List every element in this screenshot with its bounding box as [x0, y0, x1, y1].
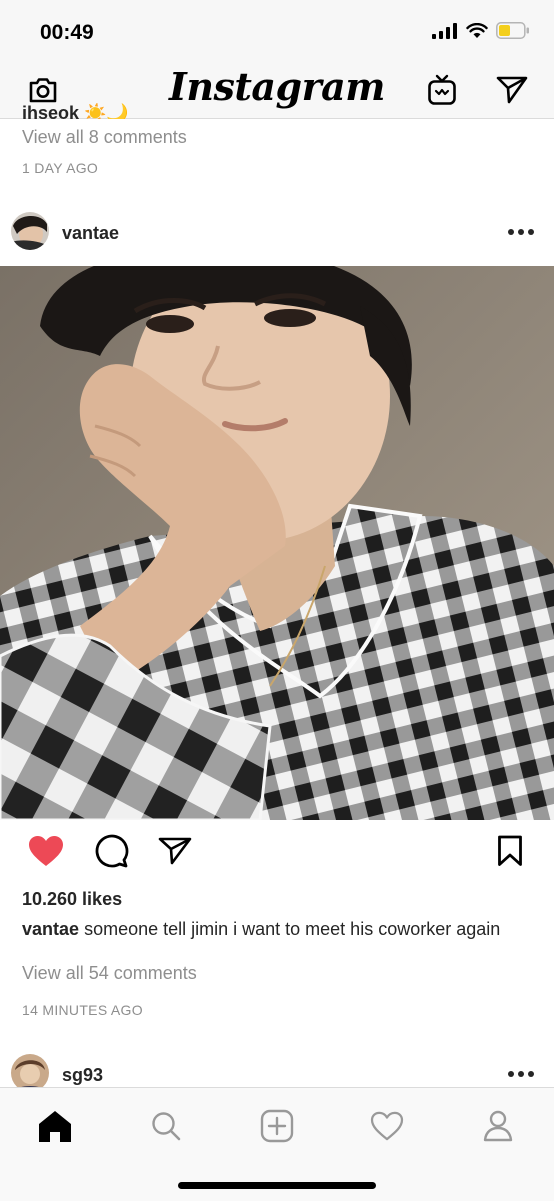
profile-icon[interactable]: [476, 1104, 520, 1148]
likes-count[interactable]: 10.260 likes: [22, 889, 122, 910]
activity-heart-icon[interactable]: [365, 1104, 409, 1148]
like-button[interactable]: [27, 834, 65, 872]
comment-icon: [94, 833, 130, 874]
avatar[interactable]: [11, 212, 49, 250]
post-header: vantae: [0, 209, 554, 255]
search-icon[interactable]: [144, 1104, 188, 1148]
wifi-icon: [466, 22, 488, 44]
share-button[interactable]: [156, 834, 194, 872]
post-timestamp: 14 MINUTES AGO: [22, 1002, 143, 1018]
next-post-more-icon[interactable]: [508, 1069, 534, 1079]
battery-icon: [496, 22, 530, 44]
next-post-username[interactable]: sg93: [62, 1065, 103, 1086]
igtv-icon[interactable]: [422, 70, 462, 110]
share-icon: [158, 836, 192, 871]
home-indicator: [178, 1182, 376, 1189]
bookmark-button[interactable]: [491, 834, 529, 872]
status-time: 00:49: [40, 21, 94, 44]
post-username[interactable]: vantae: [62, 223, 119, 244]
add-post-icon[interactable]: [255, 1104, 299, 1148]
direct-message-icon[interactable]: [492, 70, 532, 110]
previous-post-caption: jhseok ☀️🌙: [22, 103, 129, 119]
caption-text: someone tell jimin i want to meet his co…: [84, 919, 501, 939]
post-photo[interactable]: [0, 266, 554, 820]
status-bar: 00:49: [0, 0, 554, 62]
caption-username[interactable]: vantae: [22, 919, 79, 939]
previous-post-timestamp: 1 DAY AGO: [22, 160, 99, 176]
status-icons: [432, 22, 530, 44]
heart-icon: [28, 835, 64, 872]
post-caption: vantae someone tell jimin i want to meet…: [22, 918, 522, 941]
signal-icon: [432, 22, 458, 44]
comment-button[interactable]: [93, 834, 131, 872]
home-icon[interactable]: [33, 1104, 77, 1148]
view-comments-link[interactable]: View all 54 comments: [22, 963, 197, 984]
more-options-icon[interactable]: [508, 227, 534, 237]
bookmark-icon: [497, 835, 523, 872]
previous-view-comments-link[interactable]: View all 8 comments: [22, 127, 187, 148]
